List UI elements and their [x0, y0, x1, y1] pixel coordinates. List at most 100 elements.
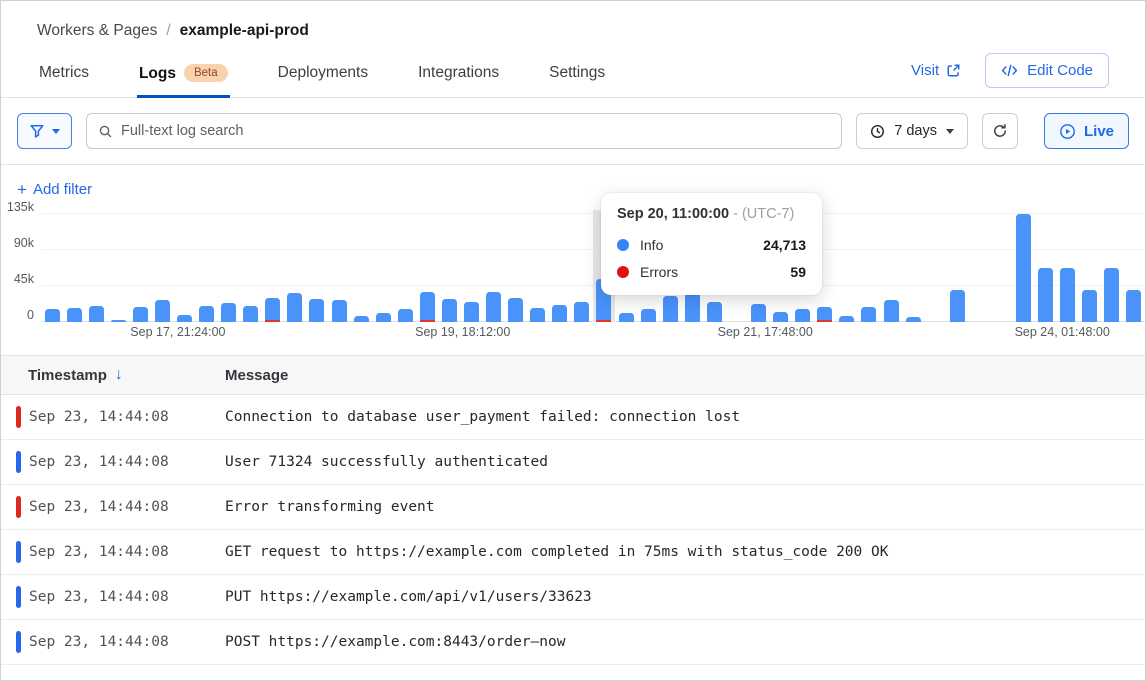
- bar-slot[interactable]: [858, 210, 880, 322]
- bar-slot[interactable]: [924, 210, 946, 322]
- table-row[interactable]: Sep 23, 14:44:08Connection to database u…: [1, 395, 1145, 440]
- bar-slot[interactable]: [107, 210, 129, 322]
- bar-stack: [751, 304, 766, 322]
- bar-slot[interactable]: [218, 210, 240, 322]
- y-tick-label: 90k: [14, 236, 34, 250]
- search-box[interactable]: [86, 113, 842, 149]
- info-bar: [199, 306, 214, 322]
- log-timestamp: Sep 23, 14:44:08: [1, 589, 225, 605]
- bar-slot[interactable]: [284, 210, 306, 322]
- bar-slot[interactable]: [1079, 210, 1101, 322]
- info-bar: [133, 307, 148, 322]
- info-bar: [685, 293, 700, 322]
- filter-dropdown-button[interactable]: [17, 113, 72, 149]
- info-bar: [332, 300, 347, 322]
- bar-slot[interactable]: [85, 210, 107, 322]
- bar-slot[interactable]: [946, 210, 968, 322]
- log-volume-chart: 135k90k45k0 Sep 17, 21:24:00Sep 19, 18:1…: [1, 210, 1145, 342]
- info-bar: [773, 312, 788, 322]
- bar-slot[interactable]: [968, 210, 990, 322]
- bar-slot[interactable]: [1101, 210, 1123, 322]
- bar-stack: [309, 299, 324, 322]
- bar-slot[interactable]: [438, 210, 460, 322]
- bar-slot[interactable]: [1035, 210, 1057, 322]
- info-bar: [376, 313, 391, 322]
- bar-slot[interactable]: [306, 210, 328, 322]
- bar-stack: [707, 302, 722, 322]
- log-timestamp: Sep 23, 14:44:08: [1, 544, 225, 560]
- bar-slot[interactable]: [416, 210, 438, 322]
- info-bar: [67, 308, 82, 322]
- bar-stack: [199, 306, 214, 322]
- log-message: Error transforming event: [225, 499, 435, 515]
- tooltip-series-label: Errors: [640, 264, 678, 280]
- log-message: User 71324 successfully authenticated: [225, 454, 548, 470]
- bar-slot[interactable]: [460, 210, 482, 322]
- info-bar: [861, 307, 876, 322]
- bar-slot[interactable]: [1123, 210, 1145, 322]
- bar-stack: [663, 296, 678, 322]
- bar-stack: [530, 308, 545, 322]
- timestamp-column-header[interactable]: Timestamp ↓: [1, 366, 225, 384]
- message-column-header[interactable]: Message: [225, 367, 288, 384]
- bar-slot[interactable]: [571, 210, 593, 322]
- chart-x-axis: Sep 17, 21:24:00Sep 19, 18:12:00Sep 21, …: [41, 322, 1145, 342]
- bar-slot[interactable]: [41, 210, 63, 322]
- bar-stack: [398, 309, 413, 322]
- bar-slot[interactable]: [990, 210, 1012, 322]
- bar-slot[interactable]: [505, 210, 527, 322]
- bar-slot[interactable]: [880, 210, 902, 322]
- info-bar: [442, 299, 457, 322]
- edit-code-button[interactable]: Edit Code: [985, 53, 1109, 88]
- bar-slot[interactable]: [372, 210, 394, 322]
- bar-slot[interactable]: [196, 210, 218, 322]
- table-row[interactable]: Sep 23, 14:44:08GET request to https://e…: [1, 530, 1145, 575]
- bar-slot[interactable]: [328, 210, 350, 322]
- info-bar: [1104, 268, 1119, 322]
- bar-slot[interactable]: [483, 210, 505, 322]
- sort-descending-icon[interactable]: ↓: [115, 366, 123, 384]
- bar-slot[interactable]: [173, 210, 195, 322]
- table-row[interactable]: Sep 23, 14:44:08PUT https://example.com/…: [1, 575, 1145, 620]
- bar-stack: [420, 292, 435, 322]
- live-button[interactable]: Live: [1044, 113, 1129, 149]
- bar-slot[interactable]: [63, 210, 85, 322]
- time-range-dropdown[interactable]: 7 days: [856, 113, 968, 149]
- search-input[interactable]: [121, 123, 830, 139]
- bar-slot[interactable]: [902, 210, 924, 322]
- bar-slot[interactable]: [549, 210, 571, 322]
- bar-slot[interactable]: [129, 210, 151, 322]
- refresh-button[interactable]: [982, 113, 1018, 149]
- bar-slot[interactable]: [151, 210, 173, 322]
- breadcrumb-section[interactable]: Workers & Pages: [37, 22, 157, 40]
- tab-metrics[interactable]: Metrics: [37, 52, 91, 97]
- table-row[interactable]: Sep 23, 14:44:08User 71324 successfully …: [1, 440, 1145, 485]
- info-bar: [508, 298, 523, 322]
- tab-settings[interactable]: Settings: [547, 52, 607, 97]
- bar-slot[interactable]: [836, 210, 858, 322]
- plus-icon: +: [17, 181, 27, 198]
- info-bar: [221, 303, 236, 322]
- bar-slot[interactable]: [1057, 210, 1079, 322]
- table-row[interactable]: Sep 23, 14:44:08Error transforming event: [1, 485, 1145, 530]
- bar-slot[interactable]: [394, 210, 416, 322]
- tab-logs[interactable]: LogsBeta: [137, 52, 230, 97]
- tab-integrations[interactable]: Integrations: [416, 52, 501, 97]
- info-bar: [1016, 214, 1031, 322]
- bar-slot[interactable]: [262, 210, 284, 322]
- bar-slot[interactable]: [350, 210, 372, 322]
- log-message: Connection to database user_payment fail…: [225, 409, 740, 425]
- info-bar: [552, 305, 567, 322]
- info-bar: [265, 298, 280, 320]
- log-timestamp: Sep 23, 14:44:08: [1, 499, 225, 515]
- bar-slot[interactable]: [1012, 210, 1034, 322]
- tab-deployments[interactable]: Deployments: [276, 52, 370, 97]
- log-table-header: Timestamp ↓ Message: [1, 355, 1145, 395]
- info-bar: [1082, 290, 1097, 322]
- bar-slot[interactable]: [240, 210, 262, 322]
- add-filter-button[interactable]: + Add filter: [17, 181, 92, 198]
- bar-slot[interactable]: [527, 210, 549, 322]
- visit-link[interactable]: Visit: [911, 62, 961, 79]
- table-row[interactable]: Sep 23, 14:44:08POST https://example.com…: [1, 620, 1145, 665]
- bar-stack: [89, 306, 104, 322]
